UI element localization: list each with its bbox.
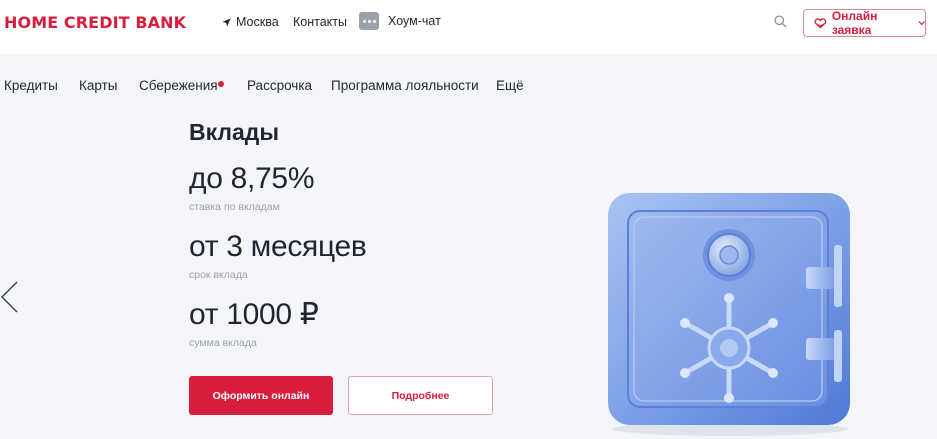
home-chat-link[interactable]: Хоум-чат [359, 12, 441, 30]
nav-item-loyalty[interactable]: Программа лояльности [331, 78, 479, 93]
term-caption: срок вклада [189, 269, 248, 281]
nav-item-installments[interactable]: Рассрочка [247, 78, 312, 93]
chat-bubble-icon [359, 12, 379, 30]
chevron-down-icon [918, 21, 925, 26]
location-arrow-icon [222, 17, 231, 27]
nav-item-savings[interactable]: Сбережения [139, 78, 218, 93]
amount-value: от 1000 ₽ [189, 298, 319, 331]
nav-item-cards[interactable]: Карты [79, 78, 117, 93]
chat-label: Хоум-чат [388, 14, 441, 28]
city-label: Москва [236, 15, 279, 29]
search-button[interactable] [774, 15, 787, 33]
chevron-left-icon [1, 281, 18, 313]
carousel-prev-button[interactable] [0, 280, 20, 321]
online-application-label: Онлайн заявка [831, 9, 878, 37]
city-selector[interactable]: Москва [222, 15, 279, 29]
page-title: Вклады [189, 119, 280, 145]
more-details-button[interactable]: Подробнее [348, 376, 493, 415]
new-indicator-dot [218, 81, 224, 87]
bank-logo[interactable]: HOME CREDIT BANK [4, 13, 186, 32]
amount-caption: сумма вклада [189, 337, 257, 349]
top-header: HOME CREDIT BANK Москва Контакты Хоум-ча… [0, 0, 937, 54]
nav-item-credits[interactable]: Кредиты [4, 78, 58, 93]
search-icon [774, 15, 787, 28]
online-application-button[interactable]: Онлайн заявка [803, 9, 926, 37]
safe-illustration [600, 185, 860, 439]
apply-online-button[interactable]: Оформить онлайн [189, 376, 333, 415]
term-value: от 3 месяцев [189, 230, 367, 263]
rate-value: до 8,75% [189, 162, 315, 195]
contacts-link[interactable]: Контакты [293, 15, 347, 29]
nav-item-more[interactable]: Ещё [496, 78, 524, 93]
rate-caption: ставка по вкладам [189, 201, 280, 213]
heart-hands-icon [814, 17, 827, 28]
